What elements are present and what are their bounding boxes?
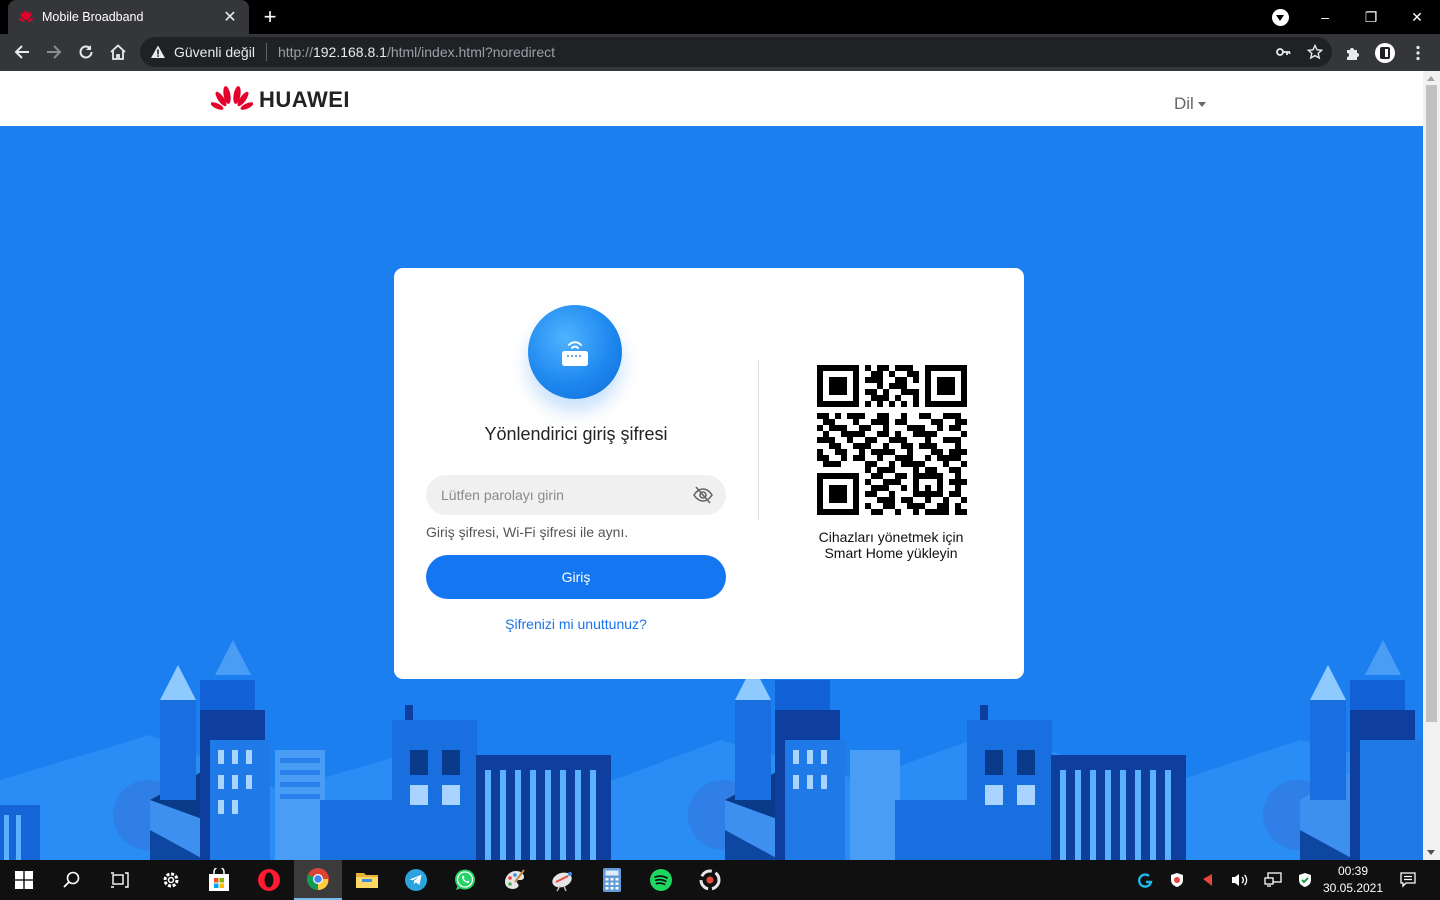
spotify-icon[interactable]: [637, 860, 685, 900]
logitech-tray-icon[interactable]: [1134, 860, 1156, 900]
brand-name: HUAWEI: [259, 87, 350, 112]
huawei-favicon-icon: [18, 11, 34, 22]
url-path: /html/index.html?noredirect: [386, 44, 556, 60]
forward-button[interactable]: [40, 38, 68, 66]
volume-icon[interactable]: [1228, 860, 1252, 900]
address-separator: [265, 43, 267, 61]
bookmark-star-icon[interactable]: [1306, 43, 1324, 61]
url-text[interactable]: http://192.168.8.1/html/index.html?nored…: [278, 44, 555, 60]
back-arrow-icon: [14, 45, 29, 59]
home-button[interactable]: [104, 38, 132, 66]
page-content: HUAWEI Dil Yönlendirici giriş şifresi Gi…: [0, 71, 1423, 860]
qr-caption-line2: Smart Home yükleyin: [824, 545, 958, 561]
browser-menu-button[interactable]: [1412, 34, 1424, 71]
tab-search-icon[interactable]: [1272, 9, 1289, 26]
windows-start-icon[interactable]: [0, 860, 48, 900]
qr-caption: Cihazları yönetmek için Smart Home yükle…: [791, 529, 991, 561]
card-divider: [758, 360, 759, 520]
url-prefix: http://: [277, 44, 313, 60]
store-icon[interactable]: [195, 860, 243, 900]
telegram-icon[interactable]: [392, 860, 440, 900]
login-title: Yönlendirici giriş şifresi: [484, 424, 668, 444]
reload-button[interactable]: [72, 38, 100, 66]
eye-off-icon[interactable]: [692, 485, 714, 505]
app-icon[interactable]: [686, 860, 734, 900]
reload-icon: [79, 45, 93, 59]
qr-caption-line1: Cihazları yönetmek için: [818, 529, 964, 545]
profile-avatar-icon: [1375, 42, 1395, 63]
address-bar[interactable]: Güvenli değil http://192.168.8.1/html/in…: [140, 37, 1332, 67]
forgot-password-link[interactable]: Şifrenizi mi unuttunuz?: [394, 616, 758, 632]
scroll-up-icon[interactable]: [1427, 76, 1435, 81]
close-window-button[interactable]: ✕: [1394, 0, 1440, 34]
security-tray-icon[interactable]: [1293, 860, 1317, 900]
windows-taskbar: 00:39 30.05.2021: [0, 860, 1440, 900]
satellite-icon[interactable]: [539, 860, 587, 900]
notification-tray-icon[interactable]: [1196, 860, 1218, 900]
browser-titlebar: Mobile Broadband ✕ + – ❐ ✕: [0, 0, 1440, 34]
task-view-icon[interactable]: [96, 860, 144, 900]
new-tab-button[interactable]: +: [258, 4, 282, 30]
site-header: HUAWEI Dil: [0, 71, 1423, 126]
browser-tab[interactable]: Mobile Broadband ✕: [8, 0, 249, 34]
shield-tray-icon[interactable]: [1166, 860, 1188, 900]
extensions-button[interactable]: [1344, 34, 1362, 71]
network-icon[interactable]: [1261, 860, 1285, 900]
minimize-button[interactable]: –: [1302, 0, 1348, 34]
scroll-down-icon[interactable]: [1427, 850, 1435, 855]
home-icon: [110, 44, 126, 60]
router-avatar: [528, 305, 622, 399]
window-controls: – ❐ ✕: [1302, 0, 1440, 34]
taskbar-clock[interactable]: 00:39 30.05.2021: [1322, 863, 1384, 897]
language-label: Dil: [1174, 94, 1194, 113]
password-hint: Giriş şifresi, Wi-Fi şifresi ile aynı.: [426, 524, 629, 540]
warning-icon: [151, 45, 165, 58]
password-input[interactable]: [426, 475, 726, 515]
restore-button[interactable]: ❐: [1348, 0, 1394, 34]
settings-icon[interactable]: [147, 860, 195, 900]
chrome-icon[interactable]: [294, 860, 342, 900]
key-icon[interactable]: [1274, 43, 1292, 61]
router-icon: [562, 341, 588, 366]
qr-code: [817, 365, 967, 515]
caret-down-icon: [1197, 102, 1206, 108]
browser-toolbar: Güvenli değil http://192.168.8.1/html/in…: [0, 34, 1440, 71]
kebab-menu-icon: [1416, 45, 1420, 60]
clock-date: 30.05.2021: [1322, 881, 1384, 895]
tab-close-icon[interactable]: ✕: [221, 7, 239, 27]
omnibox-actions: [1274, 43, 1324, 61]
back-button[interactable]: [8, 38, 36, 66]
scrollbar-thumb[interactable]: [1426, 85, 1437, 722]
page-scrollbar[interactable]: [1423, 71, 1440, 860]
opera-icon[interactable]: [245, 860, 293, 900]
forward-arrow-icon: [47, 45, 62, 59]
language-selector[interactable]: Dil: [1174, 94, 1206, 114]
puzzle-icon: [1347, 47, 1359, 60]
profile-button[interactable]: [1374, 34, 1396, 71]
search-icon[interactable]: [48, 860, 96, 900]
security-status[interactable]: Güvenli değil: [174, 44, 255, 60]
url-host: 192.168.8.1: [312, 44, 387, 60]
tab-title: Mobile Broadband: [42, 10, 144, 24]
calculator-icon[interactable]: [588, 860, 636, 900]
clock-time: 00:39: [1337, 864, 1369, 878]
paint-icon[interactable]: [490, 860, 538, 900]
whatsapp-icon[interactable]: [441, 860, 489, 900]
huawei-logo-icon: [211, 86, 253, 110]
login-button[interactable]: Giriş: [426, 555, 726, 599]
action-center-icon[interactable]: [1395, 860, 1421, 900]
huawei-logo[interactable]: HUAWEI: [211, 84, 350, 116]
login-card: Yönlendirici giriş şifresi Giriş şifresi…: [394, 268, 1024, 679]
file-explorer-icon[interactable]: [343, 860, 391, 900]
